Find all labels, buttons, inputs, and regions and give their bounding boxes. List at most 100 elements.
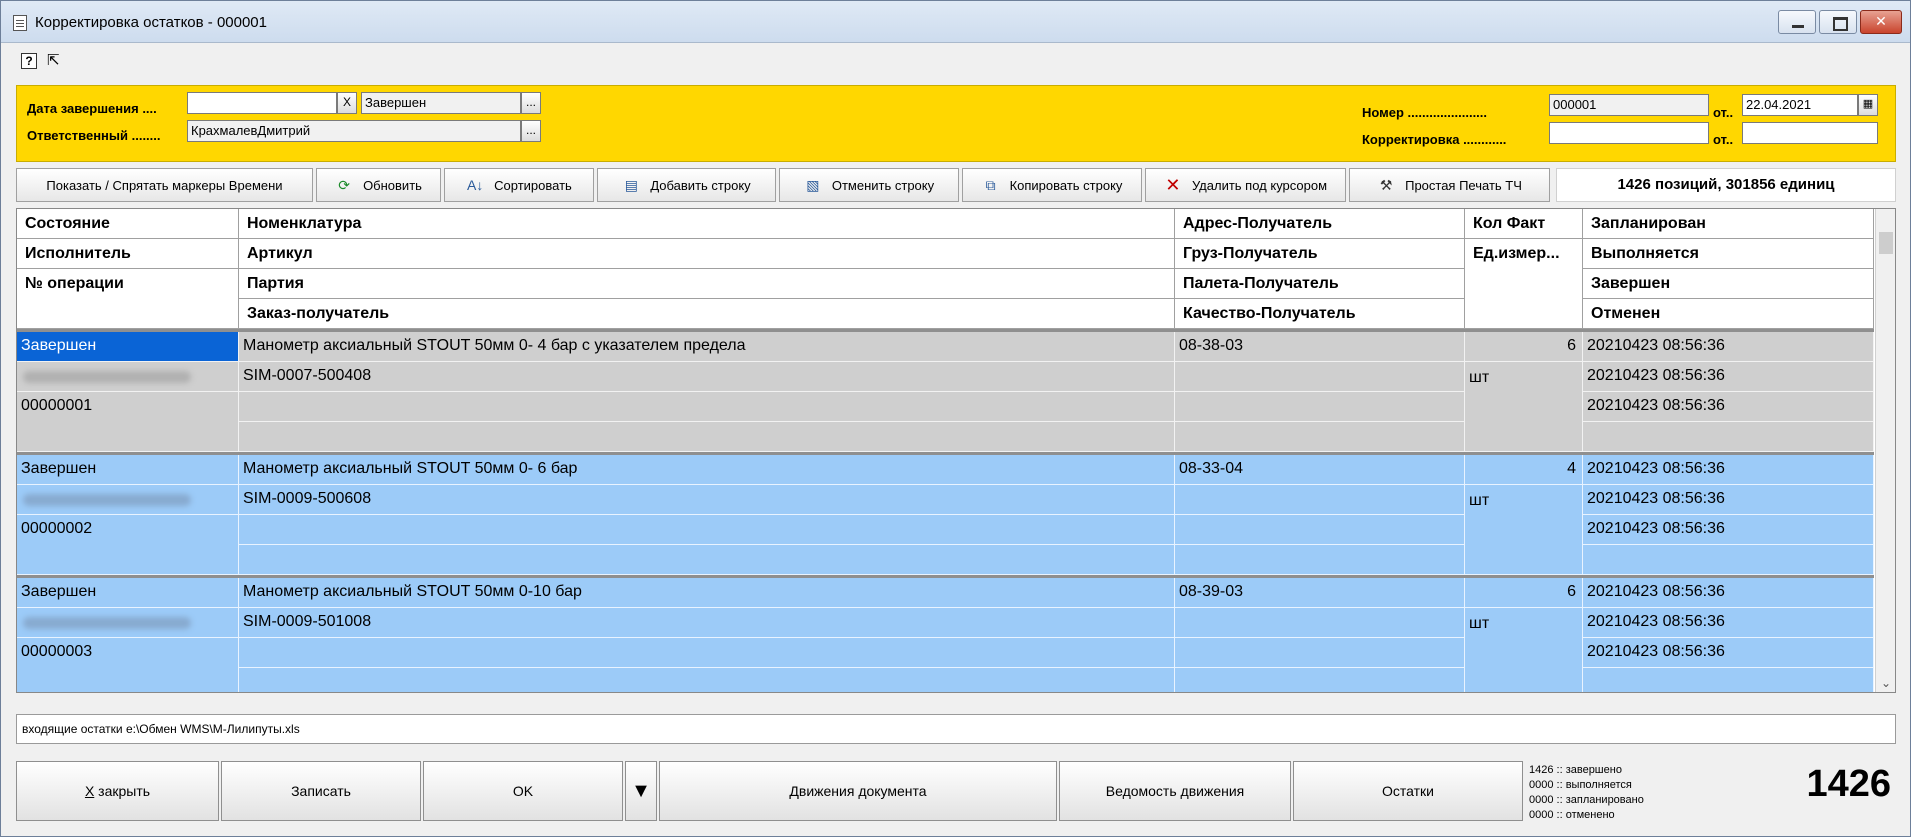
header-planned[interactable]: Запланирован <box>1583 209 1874 239</box>
cell-done[interactable]: 20210423 08:56:36 <box>1583 392 1874 422</box>
header-qty[interactable]: Кол Факт <box>1465 209 1583 239</box>
cell-quality[interactable] <box>1175 422 1465 452</box>
cell-state[interactable]: Завершен <box>17 332 239 362</box>
balances-button[interactable]: Остатки <box>1293 761 1523 821</box>
correction-field[interactable] <box>1549 122 1709 144</box>
cell-state[interactable]: Завершен <box>17 455 239 485</box>
whats-this-icon[interactable]: ⇱ <box>47 51 60 69</box>
cell-batch[interactable] <box>239 392 1175 422</box>
header-unit[interactable]: Ед.измер... <box>1465 239 1583 329</box>
delete-row-button[interactable]: ✕ Удалить под курсором <box>1145 168 1346 202</box>
cell-name[interactable]: Манометр аксиальный STOUT 50мм 0-10 бар <box>239 578 1175 608</box>
status-browse-button[interactable]: ... <box>521 92 541 114</box>
completion-date-field[interactable] <box>187 92 337 114</box>
cell-executor-redacted[interactable] <box>17 362 239 392</box>
scroll-down-icon[interactable]: ⌄ <box>1876 676 1895 690</box>
cell-operation[interactable]: 00000002 <box>17 515 239 575</box>
cell-unit[interactable]: шт <box>1465 485 1583 575</box>
cell-name[interactable]: Манометр аксиальный STOUT 50мм 0- 6 бар <box>239 455 1175 485</box>
refresh-button[interactable]: ⟳ Обновить <box>316 168 441 202</box>
cell-executing[interactable]: 20210423 08:56:36 <box>1583 608 1874 638</box>
cell-qty[interactable]: 6 <box>1465 578 1583 608</box>
add-row-button[interactable]: ▤ Добавить строку <box>597 168 776 202</box>
cell-address[interactable]: 08-38-03 <box>1175 332 1465 362</box>
number-date-field[interactable]: 22.04.2021 <box>1742 94 1858 116</box>
document-movements-button[interactable]: Движения документа <box>659 761 1057 821</box>
calendar-icon[interactable]: ▦ <box>1858 94 1878 116</box>
cell-address[interactable]: 08-33-04 <box>1175 455 1465 485</box>
cell-quality[interactable] <box>1175 668 1465 692</box>
header-operation[interactable]: № операции <box>17 269 239 329</box>
cell-batch[interactable] <box>239 638 1175 668</box>
cell-cancelled[interactable] <box>1583 422 1874 452</box>
cell-executor-redacted[interactable] <box>17 485 239 515</box>
header-nomenclature[interactable]: Номенклатура <box>239 209 1175 239</box>
maximize-button[interactable] <box>1819 10 1857 34</box>
header-article[interactable]: Артикул <box>239 239 1175 269</box>
header-executor[interactable]: Исполнитель <box>17 239 239 269</box>
cell-operation[interactable]: 00000003 <box>17 638 239 692</box>
ok-button[interactable]: OK <box>423 761 623 821</box>
toggle-time-markers-button[interactable]: Показать / Спрятать маркеры Времени <box>16 168 313 202</box>
cell-pallet[interactable] <box>1175 392 1465 422</box>
correction-date-field[interactable] <box>1742 122 1878 144</box>
number-field[interactable]: 000001 <box>1549 94 1709 116</box>
status-field[interactable]: Завершен <box>361 92 521 114</box>
cell-unit[interactable]: шт <box>1465 608 1583 692</box>
cell-cancelled[interactable] <box>1583 668 1874 692</box>
copy-row-button[interactable]: ⧉ Копировать строку <box>962 168 1142 202</box>
cell-operation[interactable]: 00000001 <box>17 392 239 452</box>
cancel-row-button[interactable]: ▧ Отменить строку <box>779 168 959 202</box>
responsible-browse-button[interactable]: ... <box>521 120 541 142</box>
movement-report-button[interactable]: Ведомость движения <box>1059 761 1291 821</box>
cell-unit[interactable]: шт <box>1465 362 1583 452</box>
cell-planned[interactable]: 20210423 08:56:36 <box>1583 332 1874 362</box>
help-icon[interactable]: ? <box>21 53 37 69</box>
cell-state[interactable]: Завершен <box>17 578 239 608</box>
comment-field[interactable]: входящие остатки e:\Обмен WMS\М-Лилипуты… <box>16 714 1896 744</box>
items-grid[interactable]: Состояние Исполнитель № операции Номенкл… <box>16 208 1896 693</box>
cell-order[interactable] <box>239 668 1175 692</box>
cell-cargo[interactable] <box>1175 362 1465 392</box>
close-window-button[interactable] <box>1860 10 1902 34</box>
cell-qty[interactable]: 4 <box>1465 455 1583 485</box>
cell-executor-redacted[interactable] <box>17 608 239 638</box>
header-cargo[interactable]: Груз-Получатель <box>1175 239 1465 269</box>
cell-executing[interactable]: 20210423 08:56:36 <box>1583 362 1874 392</box>
header-executing[interactable]: Выполняется <box>1583 239 1874 269</box>
responsible-field[interactable]: КрахмалевДмитрий <box>187 120 521 142</box>
header-cancelled[interactable]: Отменен <box>1583 299 1874 329</box>
cell-qty[interactable]: 6 <box>1465 332 1583 362</box>
cell-article[interactable]: SIM-0009-501008 <box>239 608 1175 638</box>
cell-article[interactable]: SIM-0007-500408 <box>239 362 1175 392</box>
header-quality[interactable]: Качество-Получатель <box>1175 299 1465 329</box>
print-button[interactable]: ⚒ Простая Печать ТЧ <box>1349 168 1550 202</box>
save-button[interactable]: Записать <box>221 761 421 821</box>
cell-name[interactable]: Манометр аксиальный STOUT 50мм 0- 4 бар … <box>239 332 1175 362</box>
cell-order[interactable] <box>239 545 1175 575</box>
cell-pallet[interactable] <box>1175 638 1465 668</box>
cell-pallet[interactable] <box>1175 515 1465 545</box>
header-address[interactable]: Адрес-Получатель <box>1175 209 1465 239</box>
header-done[interactable]: Завершен <box>1583 269 1874 299</box>
cell-cargo[interactable] <box>1175 608 1465 638</box>
ok-dropdown-button[interactable]: ▼ <box>625 761 657 821</box>
cell-executing[interactable]: 20210423 08:56:36 <box>1583 485 1874 515</box>
cell-cargo[interactable] <box>1175 485 1465 515</box>
header-order[interactable]: Заказ-получатель <box>239 299 1175 329</box>
close-button[interactable]: Х закрыть <box>16 761 219 821</box>
cell-planned[interactable]: 20210423 08:56:36 <box>1583 578 1874 608</box>
cell-cancelled[interactable] <box>1583 545 1874 575</box>
cell-done[interactable]: 20210423 08:56:36 <box>1583 638 1874 668</box>
header-pallet[interactable]: Палета-Получатель <box>1175 269 1465 299</box>
clear-date-button[interactable]: X <box>337 92 357 114</box>
header-state[interactable]: Состояние <box>17 209 239 239</box>
cell-done[interactable]: 20210423 08:56:36 <box>1583 515 1874 545</box>
header-batch[interactable]: Партия <box>239 269 1175 299</box>
minimize-button[interactable] <box>1778 10 1816 34</box>
cell-quality[interactable] <box>1175 545 1465 575</box>
cell-batch[interactable] <box>239 515 1175 545</box>
vertical-scrollbar[interactable]: ⌄ <box>1875 209 1895 692</box>
sort-button[interactable]: A↓ Сортировать <box>444 168 594 202</box>
cell-order[interactable] <box>239 422 1175 452</box>
